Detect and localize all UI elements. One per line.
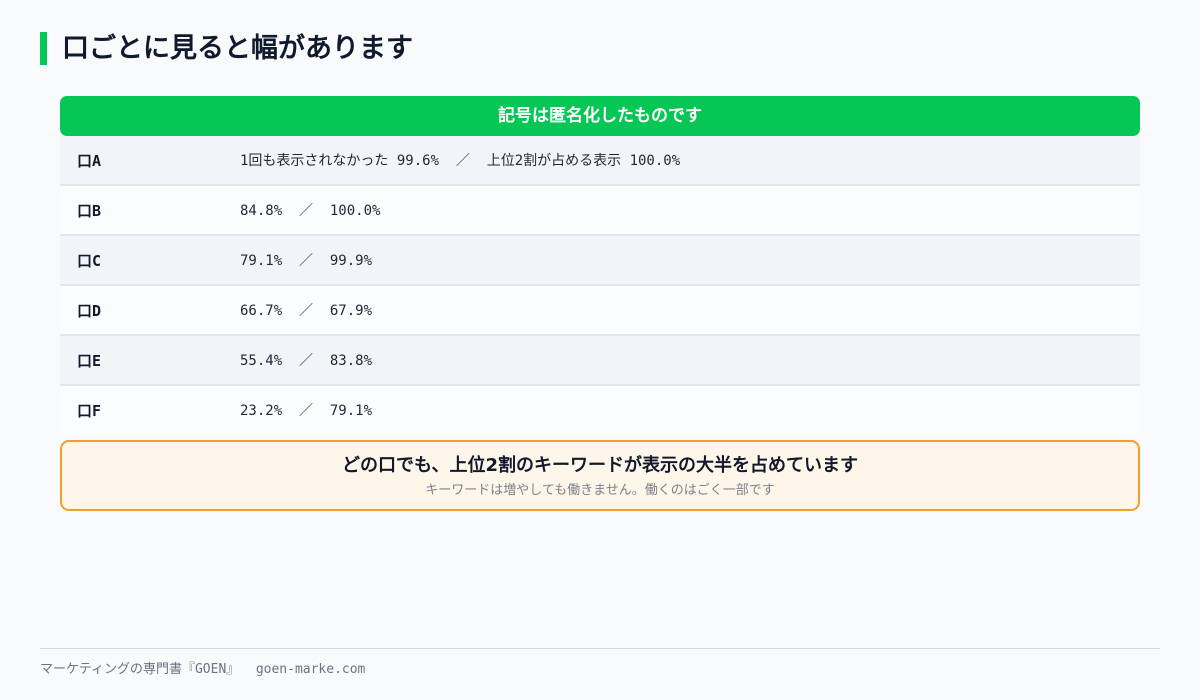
footer-brand: マーケティングの専門書『GOEN』 bbox=[40, 662, 240, 677]
row-label: 口E bbox=[77, 351, 102, 370]
row-label: 口C bbox=[77, 251, 102, 270]
row-value: 84.8% ／ 100.0% bbox=[240, 203, 381, 219]
table-row: 口D 66.7% ／ 67.9% bbox=[60, 286, 1140, 336]
row-label: 口F bbox=[77, 401, 102, 420]
row-value: 55.4% ／ 83.8% bbox=[240, 353, 373, 369]
row-label: 口D bbox=[77, 301, 102, 320]
footer-divider bbox=[40, 648, 1160, 649]
row-value: 1回も表示されなかった 99.6% ／ 上位2割が占める表示 100.0% bbox=[240, 153, 681, 169]
row-label: 口A bbox=[77, 151, 102, 170]
row-value: 23.2% ／ 79.1% bbox=[240, 403, 373, 419]
page-title: 口ごとに見ると幅があります bbox=[62, 33, 413, 64]
summary-callout: どの口でも、上位2割のキーワードが表示の大半を占めています キーワードは増やして… bbox=[60, 440, 1140, 511]
row-value: 66.7% ／ 67.9% bbox=[240, 303, 373, 319]
title-accent-bar bbox=[40, 32, 47, 65]
row-label: 口B bbox=[77, 201, 102, 220]
footer: マーケティングの専門書『GOEN』 goen-marke.com bbox=[40, 660, 365, 680]
row-value: 79.1% ／ 99.9% bbox=[240, 253, 373, 269]
footer-url: goen-marke.com bbox=[255, 662, 366, 677]
callout-subtext: キーワードは増やしても働きません。働くのはごく一部です bbox=[425, 483, 775, 498]
table-row: 口C 79.1% ／ 99.9% bbox=[60, 236, 1140, 286]
table-row: 口E 55.4% ／ 83.8% bbox=[60, 336, 1140, 386]
data-table: 記号は匿名化したものです 口A 1回も表示されなかった 99.6% ／ 上位2割… bbox=[60, 96, 1140, 434]
table-row: 口A 1回も表示されなかった 99.6% ／ 上位2割が占める表示 100.0% bbox=[60, 136, 1140, 186]
callout-headline: どの口でも、上位2割のキーワードが表示の大半を占めています bbox=[342, 455, 858, 476]
table-header: 記号は匿名化したものです bbox=[60, 96, 1140, 136]
table-row: 口F 23.2% ／ 79.1% bbox=[60, 386, 1140, 434]
table-row: 口B 84.8% ／ 100.0% bbox=[60, 186, 1140, 236]
